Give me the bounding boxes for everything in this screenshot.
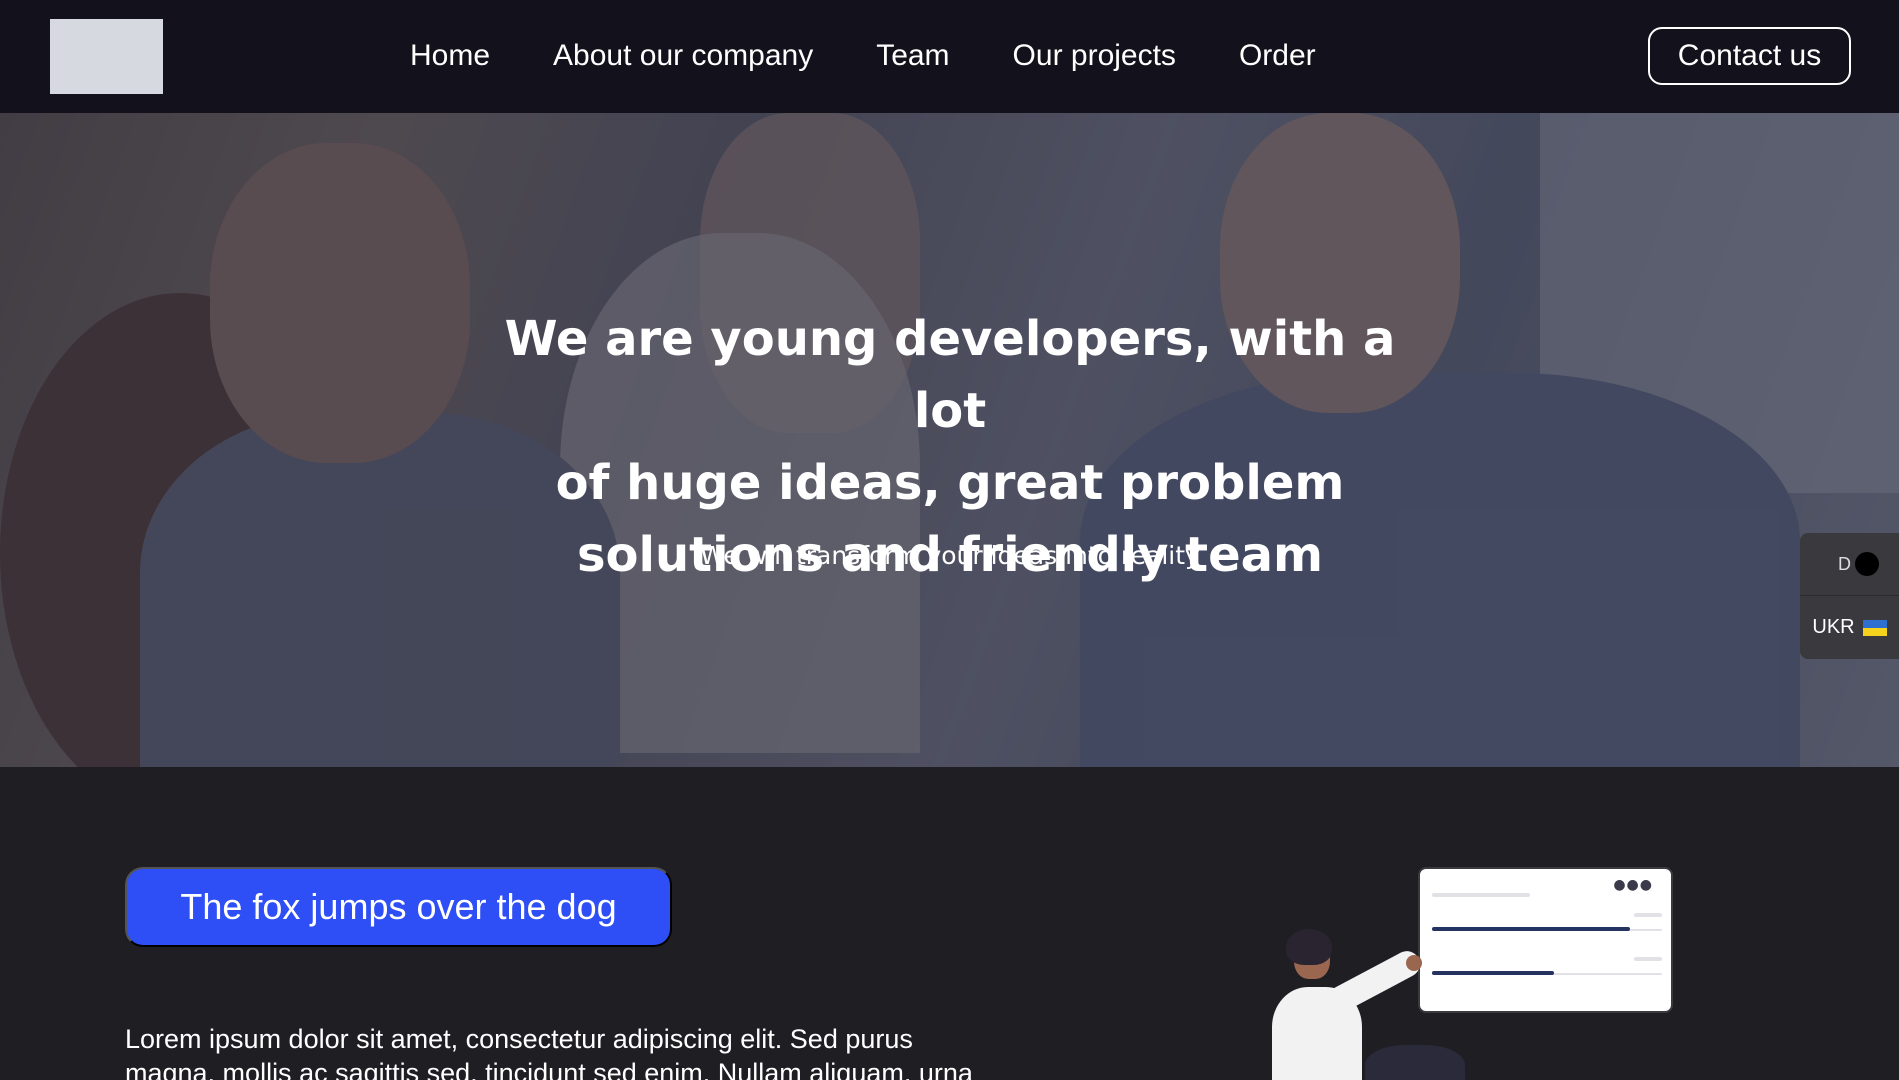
language-label: UKR [1812, 616, 1855, 638]
dark-mode-icon [1855, 552, 1879, 576]
placeholder-bar [1634, 913, 1662, 917]
intro-section: The fox jumps over the dog Lorem ipsum d… [0, 767, 1899, 1080]
main-nav: Home About our company Team Our projects… [410, 34, 1316, 78]
intro-paragraph-line-1: Lorem ipsum dolor sit amet, consectetur … [125, 1024, 913, 1054]
progress-bar [1432, 927, 1630, 931]
more-dots-icon: ●●● [1613, 877, 1653, 893]
person-hair-illustration [1286, 929, 1332, 965]
hero-section: We are young developers, with a lot of h… [0, 113, 1899, 767]
language-switch[interactable]: UKR [1800, 596, 1899, 659]
placeholder-bar [1634, 957, 1662, 961]
site-header: Home About our company Team Our projects… [0, 0, 1899, 113]
intro-paragraph: Lorem ipsum dolor sit amet, consectetur … [125, 1022, 1105, 1080]
nav-order[interactable]: Order [1239, 34, 1316, 78]
nav-team[interactable]: Team [876, 34, 949, 78]
nav-projects[interactable]: Our projects [1013, 34, 1176, 78]
theme-toggle[interactable]: D [1800, 533, 1899, 596]
theme-label: D [1838, 553, 1851, 574]
nav-home[interactable]: Home [410, 34, 490, 78]
logo-placeholder[interactable] [50, 19, 163, 94]
hero-title-line-2: of huge ideas, great problem [555, 455, 1345, 511]
side-settings-widget: D UKR [1800, 533, 1899, 659]
person-hand-illustration [1406, 955, 1422, 971]
contact-us-button[interactable]: Contact us [1648, 27, 1851, 85]
progress-bar [1432, 971, 1554, 975]
fox-cta-button[interactable]: The fox jumps over the dog [125, 867, 672, 947]
hero-title-line-1: We are young developers, with a lot [504, 311, 1396, 439]
dashboard-illustration: ●●● [1270, 867, 1690, 1080]
placeholder-bar [1432, 893, 1530, 897]
nav-about[interactable]: About our company [553, 34, 813, 78]
ukraine-flag-icon [1862, 619, 1887, 636]
hero-subtitle: We will transform your ideas into realit… [700, 541, 1200, 570]
person-legs-illustration [1365, 1045, 1465, 1080]
intro-paragraph-line-2: magna, mollis ac sagittis sed, tincidunt… [125, 1058, 973, 1080]
dashboard-card-illustration: ●●● [1418, 867, 1673, 1013]
